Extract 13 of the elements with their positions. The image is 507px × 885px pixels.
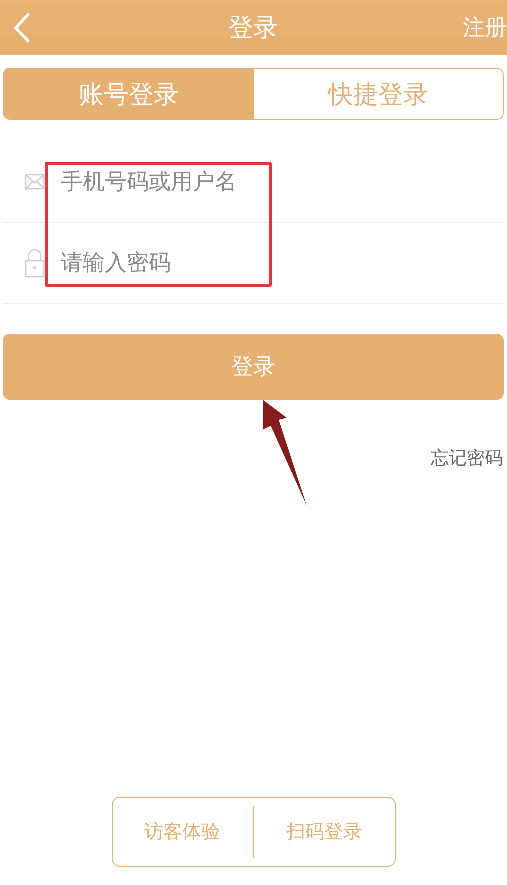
- login-tab[interactable]: 账号登录: [4, 69, 254, 119]
- forgot-password-link[interactable]: 忘记密码: [431, 446, 503, 470]
- back-button[interactable]: [12, 12, 32, 44]
- login-button[interactable]: 登录: [3, 334, 504, 400]
- back-icon: [12, 12, 32, 44]
- envelope-icon: [25, 174, 45, 190]
- bottom-action-button[interactable]: 访客体验: [112, 818, 253, 846]
- bottom-action-button[interactable]: 扫码登录: [254, 818, 394, 846]
- password-field[interactable]: 请输入密码: [59, 250, 504, 276]
- register-link[interactable]: 注册: [463, 12, 507, 42]
- account-field[interactable]: 手机号码或用户名: [59, 168, 504, 196]
- page-title: 登录: [228, 12, 278, 44]
- lock-icon: [25, 248, 45, 278]
